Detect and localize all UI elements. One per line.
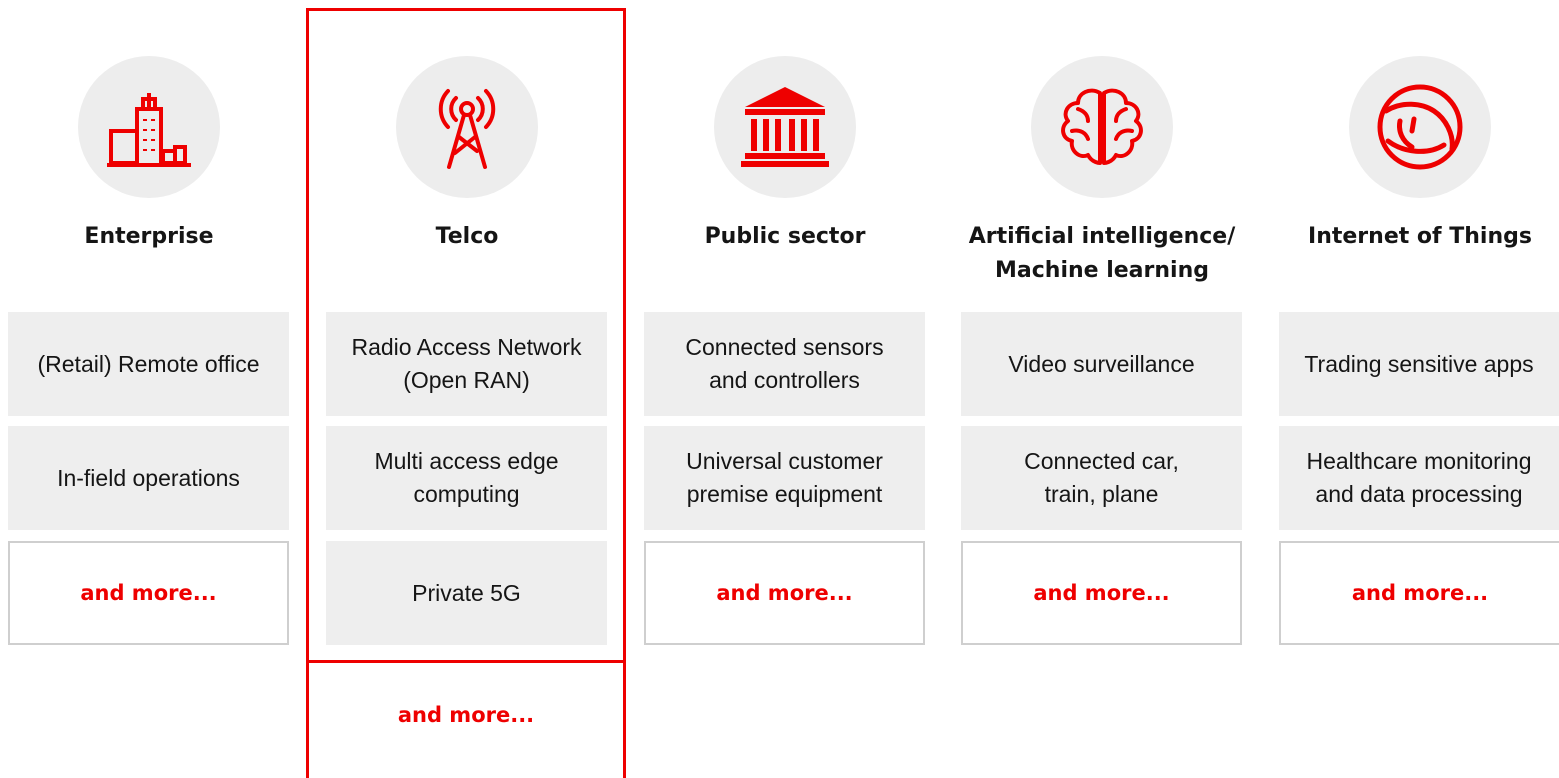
and-more-link[interactable]: and more... <box>309 663 623 766</box>
brain-icon <box>1031 56 1173 198</box>
use-case-card: Trading sensitive apps <box>1279 312 1559 416</box>
and-more-link[interactable]: and more... <box>961 541 1242 645</box>
and-more-link[interactable]: and more... <box>644 541 925 645</box>
use-case-card: Connected car, train, plane <box>961 426 1242 530</box>
category-title: Public sector <box>704 224 866 249</box>
use-case-card: Video surveillance <box>961 312 1242 416</box>
column-enterprise: Enterprise (Retail) Remote office In-fie… <box>8 0 290 766</box>
column-iot: Internet of Things Trading sensitive app… <box>1279 0 1559 766</box>
globe-icon <box>1349 56 1491 198</box>
use-case-card: Universal customer premise equipment <box>644 426 925 530</box>
category-title: Artificial intelligence/ Machine learnin… <box>968 224 1236 283</box>
building-icon <box>78 56 220 198</box>
government-building-icon <box>714 56 856 198</box>
use-case-card: Healthcare monitoring and data processin… <box>1279 426 1559 530</box>
use-case-card: (Retail) Remote office <box>8 312 289 416</box>
column-ai-ml: Artificial intelligence/ Machine learnin… <box>961 0 1243 766</box>
and-more-link[interactable]: and more... <box>1279 541 1559 645</box>
column-public-sector: Public sector Connected sensors and cont… <box>644 0 926 766</box>
and-more-link[interactable]: and more... <box>8 541 289 645</box>
category-title: Enterprise <box>84 224 214 249</box>
use-case-card: Connected sensors and controllers <box>644 312 925 416</box>
use-case-card: In-field operations <box>8 426 289 530</box>
category-title: Internet of Things <box>1308 224 1532 249</box>
